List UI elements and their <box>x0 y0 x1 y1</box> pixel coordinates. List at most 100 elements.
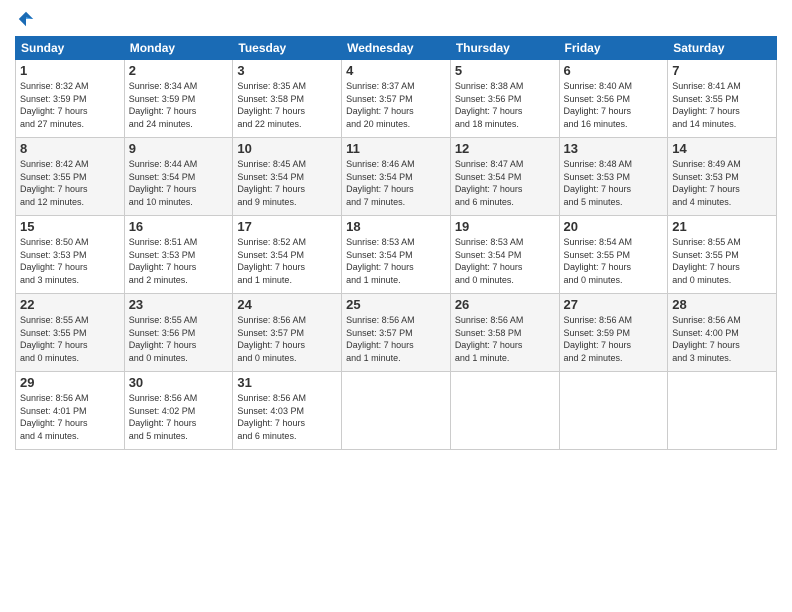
day-number: 9 <box>129 141 229 156</box>
day-cell: 21 Sunrise: 8:55 AMSunset: 3:55 PMDayligh… <box>668 216 777 294</box>
logo <box>15 10 35 28</box>
day-number: 30 <box>129 375 229 390</box>
week-row-2: 8 Sunrise: 8:42 AMSunset: 3:55 PMDaylight… <box>16 138 777 216</box>
day-info: Sunrise: 8:56 AMSunset: 3:57 PMDaylight:… <box>346 314 446 364</box>
day-info: Sunrise: 8:56 AMSunset: 4:02 PMDaylight:… <box>129 392 229 442</box>
header <box>15 10 777 28</box>
day-cell: 18 Sunrise: 8:53 AMSunset: 3:54 PMDayligh… <box>342 216 451 294</box>
day-cell: 30 Sunrise: 8:56 AMSunset: 4:02 PMDayligh… <box>124 372 233 450</box>
day-cell: 22 Sunrise: 8:55 AMSunset: 3:55 PMDayligh… <box>16 294 125 372</box>
day-info: Sunrise: 8:51 AMSunset: 3:53 PMDaylight:… <box>129 236 229 286</box>
day-info: Sunrise: 8:54 AMSunset: 3:55 PMDaylight:… <box>564 236 664 286</box>
day-cell: 13 Sunrise: 8:48 AMSunset: 3:53 PMDayligh… <box>559 138 668 216</box>
day-cell <box>450 372 559 450</box>
day-cell: 31 Sunrise: 8:56 AMSunset: 4:03 PMDayligh… <box>233 372 342 450</box>
day-info: Sunrise: 8:56 AMSunset: 4:03 PMDaylight:… <box>237 392 337 442</box>
day-number: 1 <box>20 63 120 78</box>
day-cell: 2 Sunrise: 8:34 AMSunset: 3:59 PMDaylight… <box>124 60 233 138</box>
day-info: Sunrise: 8:45 AMSunset: 3:54 PMDaylight:… <box>237 158 337 208</box>
day-number: 15 <box>20 219 120 234</box>
day-info: Sunrise: 8:52 AMSunset: 3:54 PMDaylight:… <box>237 236 337 286</box>
day-info: Sunrise: 8:48 AMSunset: 3:53 PMDaylight:… <box>564 158 664 208</box>
day-number: 17 <box>237 219 337 234</box>
weekday-header-monday: Monday <box>124 37 233 60</box>
day-cell: 14 Sunrise: 8:49 AMSunset: 3:53 PMDayligh… <box>668 138 777 216</box>
day-cell: 15Sunrise: 8:50 AMSunset: 3:53 PMDayligh… <box>16 216 125 294</box>
day-cell: 28Sunrise: 8:56 AMSunset: 4:00 PMDayligh… <box>668 294 777 372</box>
day-number: 20 <box>564 219 664 234</box>
day-info: Sunrise: 8:40 AMSunset: 3:56 PMDaylight:… <box>564 80 664 130</box>
day-info: Sunrise: 8:44 AMSunset: 3:54 PMDaylight:… <box>129 158 229 208</box>
day-info: Sunrise: 8:38 AMSunset: 3:56 PMDaylight:… <box>455 80 555 130</box>
day-number: 21 <box>672 219 772 234</box>
week-row-4: 22 Sunrise: 8:55 AMSunset: 3:55 PMDayligh… <box>16 294 777 372</box>
weekday-header-wednesday: Wednesday <box>342 37 451 60</box>
day-number: 22 <box>20 297 120 312</box>
day-number: 31 <box>237 375 337 390</box>
day-cell: 29Sunrise: 8:56 AMSunset: 4:01 PMDayligh… <box>16 372 125 450</box>
day-cell: 23Sunrise: 8:55 AMSunset: 3:56 PMDayligh… <box>124 294 233 372</box>
day-cell <box>668 372 777 450</box>
day-number: 11 <box>346 141 446 156</box>
weekday-header-saturday: Saturday <box>668 37 777 60</box>
day-number: 7 <box>672 63 772 78</box>
week-row-3: 15Sunrise: 8:50 AMSunset: 3:53 PMDayligh… <box>16 216 777 294</box>
day-cell: 4Sunrise: 8:37 AMSunset: 3:57 PMDaylight… <box>342 60 451 138</box>
day-number: 23 <box>129 297 229 312</box>
day-number: 27 <box>564 297 664 312</box>
day-number: 5 <box>455 63 555 78</box>
weekday-header-sunday: Sunday <box>16 37 125 60</box>
weekday-header-tuesday: Tuesday <box>233 37 342 60</box>
day-info: Sunrise: 8:55 AMSunset: 3:55 PMDaylight:… <box>20 314 120 364</box>
day-info: Sunrise: 8:46 AMSunset: 3:54 PMDaylight:… <box>346 158 446 208</box>
day-cell: 20 Sunrise: 8:54 AMSunset: 3:55 PMDayligh… <box>559 216 668 294</box>
day-number: 18 <box>346 219 446 234</box>
day-number: 3 <box>237 63 337 78</box>
day-info: Sunrise: 8:56 AMSunset: 4:00 PMDaylight:… <box>672 314 772 364</box>
day-info: Sunrise: 8:35 AMSunset: 3:58 PMDaylight:… <box>237 80 337 130</box>
weekday-header-thursday: Thursday <box>450 37 559 60</box>
week-row-1: 1 Sunrise: 8:32 AMSunset: 3:59 PMDaylight… <box>16 60 777 138</box>
day-info: Sunrise: 8:42 AMSunset: 3:55 PMDaylight:… <box>20 158 120 208</box>
day-cell <box>342 372 451 450</box>
weekday-header-friday: Friday <box>559 37 668 60</box>
day-number: 8 <box>20 141 120 156</box>
day-info: Sunrise: 8:34 AMSunset: 3:59 PMDaylight:… <box>129 80 229 130</box>
day-info: Sunrise: 8:56 AMSunset: 3:57 PMDaylight:… <box>237 314 337 364</box>
day-cell: 1 Sunrise: 8:32 AMSunset: 3:59 PMDaylight… <box>16 60 125 138</box>
day-cell: 8 Sunrise: 8:42 AMSunset: 3:55 PMDaylight… <box>16 138 125 216</box>
day-number: 2 <box>129 63 229 78</box>
day-cell: 6Sunrise: 8:40 AMSunset: 3:56 PMDaylight… <box>559 60 668 138</box>
day-cell: 26Sunrise: 8:56 AMSunset: 3:58 PMDayligh… <box>450 294 559 372</box>
weekday-header-row: SundayMondayTuesdayWednesdayThursdayFrid… <box>16 37 777 60</box>
day-cell: 3 Sunrise: 8:35 AMSunset: 3:58 PMDaylight… <box>233 60 342 138</box>
day-info: Sunrise: 8:56 AMSunset: 4:01 PMDaylight:… <box>20 392 120 442</box>
day-info: Sunrise: 8:53 AMSunset: 3:54 PMDaylight:… <box>455 236 555 286</box>
day-number: 4 <box>346 63 446 78</box>
day-info: Sunrise: 8:47 AMSunset: 3:54 PMDaylight:… <box>455 158 555 208</box>
logo-icon <box>17 10 35 28</box>
day-cell: 27 Sunrise: 8:56 AMSunset: 3:59 PMDayligh… <box>559 294 668 372</box>
day-cell: 25 Sunrise: 8:56 AMSunset: 3:57 PMDayligh… <box>342 294 451 372</box>
day-cell: 7Sunrise: 8:41 AMSunset: 3:55 PMDaylight… <box>668 60 777 138</box>
day-cell: 10 Sunrise: 8:45 AMSunset: 3:54 PMDayligh… <box>233 138 342 216</box>
week-row-5: 29Sunrise: 8:56 AMSunset: 4:01 PMDayligh… <box>16 372 777 450</box>
day-number: 10 <box>237 141 337 156</box>
day-cell: 5 Sunrise: 8:38 AMSunset: 3:56 PMDaylight… <box>450 60 559 138</box>
day-info: Sunrise: 8:56 AMSunset: 3:59 PMDaylight:… <box>564 314 664 364</box>
day-cell: 11 Sunrise: 8:46 AMSunset: 3:54 PMDayligh… <box>342 138 451 216</box>
day-cell: 12Sunrise: 8:47 AMSunset: 3:54 PMDayligh… <box>450 138 559 216</box>
day-number: 16 <box>129 219 229 234</box>
day-info: Sunrise: 8:55 AMSunset: 3:55 PMDaylight:… <box>672 236 772 286</box>
day-cell: 17 Sunrise: 8:52 AMSunset: 3:54 PMDayligh… <box>233 216 342 294</box>
day-cell: 24 Sunrise: 8:56 AMSunset: 3:57 PMDayligh… <box>233 294 342 372</box>
calendar-page: SundayMondayTuesdayWednesdayThursdayFrid… <box>0 0 792 612</box>
day-info: Sunrise: 8:53 AMSunset: 3:54 PMDaylight:… <box>346 236 446 286</box>
day-number: 13 <box>564 141 664 156</box>
day-number: 25 <box>346 297 446 312</box>
day-info: Sunrise: 8:32 AMSunset: 3:59 PMDaylight:… <box>20 80 120 130</box>
day-info: Sunrise: 8:49 AMSunset: 3:53 PMDaylight:… <box>672 158 772 208</box>
day-cell: 19Sunrise: 8:53 AMSunset: 3:54 PMDayligh… <box>450 216 559 294</box>
day-number: 24 <box>237 297 337 312</box>
day-number: 14 <box>672 141 772 156</box>
